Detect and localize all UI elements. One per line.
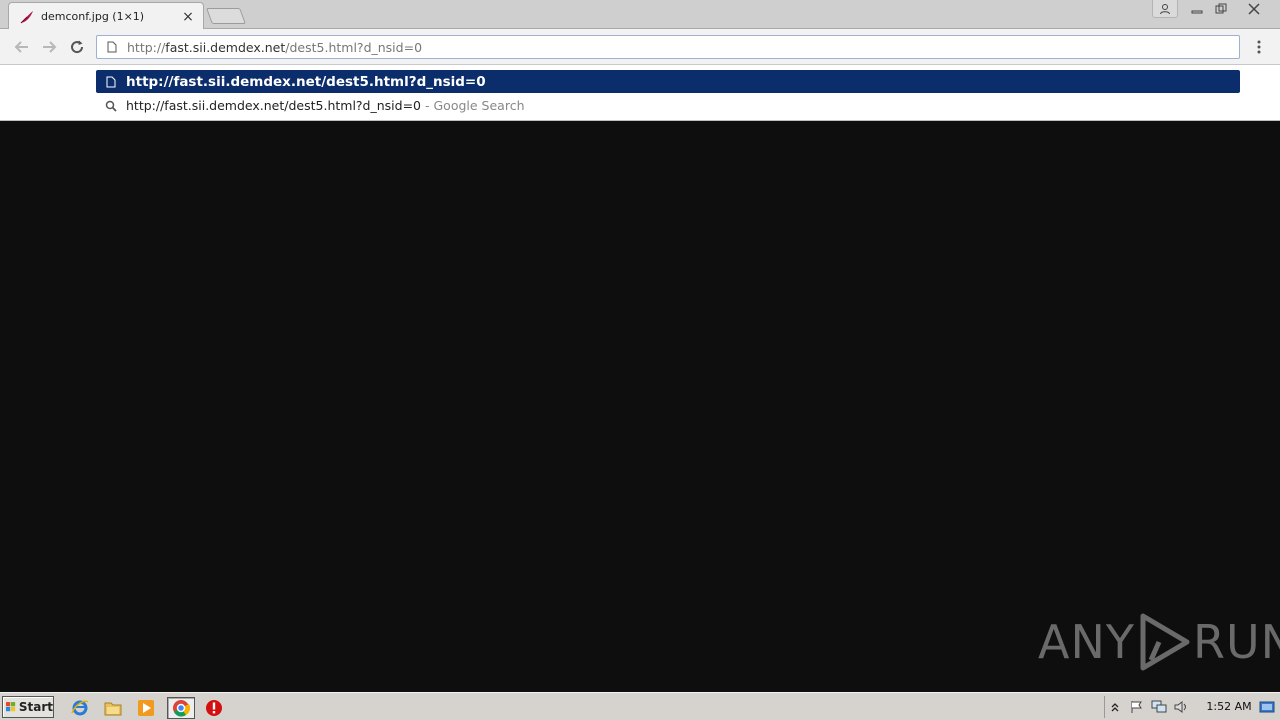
windows-logo-icon (6, 702, 16, 712)
chrome-icon[interactable] (167, 697, 195, 719)
omnibox-suggestions: http://fast.sii.demdex.net/dest5.html?d_… (0, 65, 1280, 121)
suggestion-item-search[interactable]: http://fast.sii.demdex.net/dest5.html?d_… (96, 94, 1240, 117)
show-hidden-icons-icon[interactable] (1104, 697, 1126, 717)
address-bar[interactable]: http://fast.sii.demdex.net/dest5.html?d_… (96, 35, 1240, 59)
menu-icon[interactable] (1250, 37, 1268, 57)
suggestion-text: http://fast.sii.demdex.net/dest5.html?d_… (126, 98, 422, 113)
system-clock: 1:52 AM (1206, 700, 1252, 713)
back-arrow-icon[interactable] (12, 37, 32, 57)
show-desktop-icon[interactable] (1258, 698, 1276, 716)
tab-title: demconf.jpg (1×1) (41, 10, 145, 23)
page-content: ANY RUN (0, 121, 1280, 692)
taskbar: Start 1:52 AM (0, 692, 1280, 720)
suggestion-item-url[interactable]: http://fast.sii.demdex.net/dest5.html?d_… (96, 70, 1240, 93)
suggestion-suffix: - Google Search (425, 98, 525, 113)
restore-icon[interactable] (1208, 0, 1234, 18)
minimize-icon[interactable] (1184, 0, 1210, 18)
address-bar-url: http://fast.sii.demdex.net/dest5.html?d_… (127, 39, 423, 55)
network-icon[interactable] (1148, 697, 1170, 717)
search-icon (104, 99, 118, 113)
forward-arrow-icon[interactable] (39, 37, 59, 57)
feather-icon (19, 9, 35, 25)
user-icon[interactable] (1152, 0, 1178, 18)
folder-icon[interactable] (102, 697, 124, 719)
watermark-right: RUN (1192, 615, 1280, 669)
window-close-icon[interactable] (1234, 0, 1274, 18)
start-label: Start (18, 700, 53, 714)
play-icon (1137, 612, 1191, 672)
start-button[interactable]: Start (2, 696, 54, 718)
close-icon[interactable]: × (181, 9, 195, 25)
action-center-flag-icon[interactable] (1126, 697, 1148, 717)
tab-strip: demconf.jpg (1×1) × (0, 0, 1280, 29)
browser-tab[interactable]: demconf.jpg (1×1) × (8, 2, 204, 29)
reload-icon[interactable] (67, 37, 87, 57)
page-icon (104, 75, 118, 89)
anyrun-watermark: ANY RUN (1038, 610, 1280, 674)
internet-explorer-icon[interactable] (69, 697, 91, 719)
media-player-icon[interactable] (135, 697, 157, 719)
browser-toolbar: http://fast.sii.demdex.net/dest5.html?d_… (0, 29, 1280, 65)
new-tab-button[interactable] (206, 8, 246, 24)
stop-sign-icon[interactable] (203, 697, 225, 719)
suggestion-text: http://fast.sii.demdex.net/dest5.html?d_… (126, 73, 486, 90)
watermark-left: ANY (1038, 615, 1135, 669)
page-icon (105, 40, 119, 54)
volume-icon[interactable] (1170, 697, 1192, 717)
